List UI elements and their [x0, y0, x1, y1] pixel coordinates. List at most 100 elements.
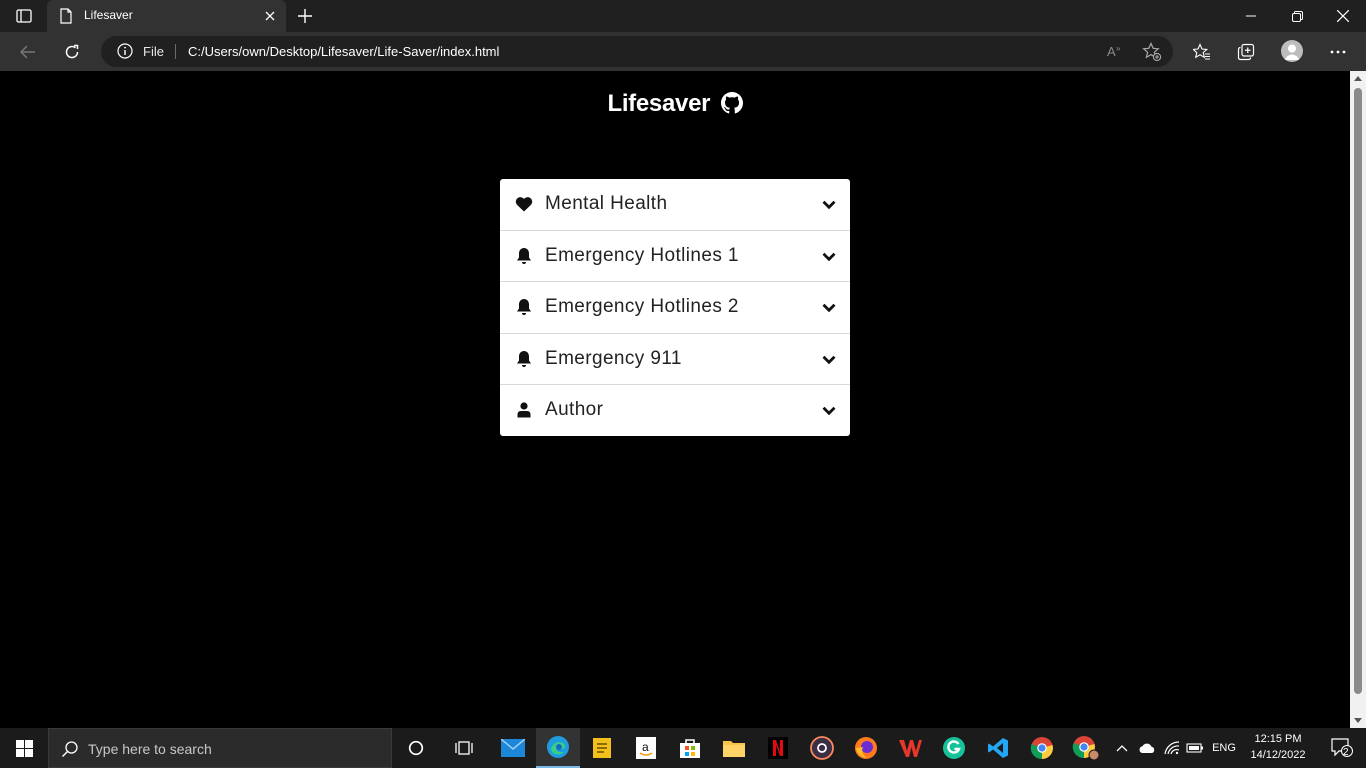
mail-icon — [501, 739, 525, 757]
battery-tray[interactable] — [1184, 728, 1206, 768]
svg-text:a: a — [642, 740, 649, 754]
brand-text: Lifesaver — [607, 90, 711, 117]
restore-button[interactable] — [1274, 0, 1320, 32]
info-icon[interactable] — [117, 43, 133, 64]
accordion-item-emergency-hotlines-1[interactable]: Emergency Hotlines 1 — [500, 231, 850, 283]
taskbar-search-box[interactable]: Type here to search — [48, 728, 392, 768]
folder-icon — [723, 741, 745, 757]
collections-button[interactable] — [1230, 36, 1262, 68]
url-text[interactable]: C:/Users/own/Desktop/Lifesaver/Life-Save… — [188, 44, 499, 59]
accordion-item-emergency-hotlines-2[interactable]: Emergency Hotlines 2 — [500, 282, 850, 334]
favorites-button[interactable] — [1186, 36, 1218, 68]
notification-count: 2 — [1343, 747, 1349, 758]
settings-menu-button[interactable] — [1322, 36, 1354, 68]
taskbar-firefox[interactable] — [844, 728, 888, 768]
cortana-button[interactable] — [394, 728, 438, 768]
accordion-item-emergency-911[interactable]: Emergency 911 — [500, 334, 850, 386]
accordion-label: Emergency 911 — [545, 347, 682, 369]
wifi-tray[interactable] — [1161, 728, 1183, 768]
address-divider — [175, 44, 176, 59]
search-placeholder: Type here to search — [88, 741, 212, 757]
address-bar[interactable]: File C:/Users/own/Desktop/Lifesaver/Life… — [101, 36, 1173, 67]
windows-logo-icon — [15, 739, 33, 757]
taskbar-mail[interactable] — [491, 728, 535, 768]
minimize-button[interactable] — [1228, 0, 1274, 32]
clock-date: 14/12/2022 — [1250, 749, 1306, 761]
close-icon — [1337, 10, 1349, 22]
bell-icon — [515, 298, 533, 316]
taskbar-clock[interactable]: 12:15 PM 14/12/2022 — [1244, 731, 1312, 763]
language-indicator[interactable]: ENG — [1208, 728, 1240, 768]
taskbar-wps[interactable] — [888, 728, 932, 768]
chevron-down-icon[interactable] — [822, 249, 836, 267]
accordion-item-author[interactable]: Author — [500, 385, 850, 437]
chevron-down-icon[interactable] — [822, 352, 836, 370]
start-button[interactable] — [0, 728, 48, 768]
taskbar-netflix[interactable] — [756, 728, 800, 768]
arrow-left-icon — [20, 45, 35, 59]
tab-actions-button[interactable] — [8, 4, 40, 28]
bell-icon — [515, 350, 533, 368]
read-aloud-icon[interactable]: A» — [1106, 42, 1124, 65]
vscode-icon — [988, 738, 1008, 758]
minimize-icon — [1246, 15, 1256, 17]
new-tab-button[interactable] — [293, 5, 317, 27]
refresh-button[interactable] — [56, 36, 88, 68]
store-icon — [680, 739, 700, 758]
user-avatar-icon — [1284, 44, 1300, 60]
chrome-profile-icon — [1072, 736, 1100, 761]
tab-close-icon[interactable] — [262, 8, 278, 24]
accordion-label: Emergency Hotlines 1 — [545, 244, 739, 266]
notification-icon — [1331, 738, 1353, 757]
scroll-down-icon[interactable] — [1354, 716, 1362, 724]
show-hidden-icons-button[interactable] — [1112, 728, 1132, 768]
grammarly-icon — [943, 737, 965, 759]
notes-app-icon — [593, 738, 611, 758]
accordion-label: Mental Health — [545, 193, 668, 214]
profile-avatar[interactable] — [1281, 40, 1303, 62]
accordion: Mental Health Emergency Hotlines 1 Emerg… — [500, 179, 850, 436]
chevron-down-icon[interactable] — [822, 197, 836, 215]
taskbar-store[interactable] — [668, 728, 712, 768]
site-scheme-label[interactable]: File — [143, 44, 164, 59]
chevron-down-icon[interactable] — [822, 403, 836, 421]
add-favorite-icon[interactable] — [1142, 42, 1162, 67]
browser-tab-active[interactable]: Lifesaver — [47, 0, 286, 32]
accordion-item-mental-health[interactable]: Mental Health — [500, 179, 850, 231]
chevron-down-icon[interactable] — [822, 300, 836, 318]
more-icon — [1330, 50, 1346, 54]
scrollbar-thumb[interactable] — [1354, 88, 1362, 694]
taskbar-sticky-app[interactable] — [580, 728, 624, 768]
page-title: Lifesaver — [0, 90, 1350, 121]
tab-title: Lifesaver — [84, 8, 133, 22]
taskbar-chrome-profile[interactable] — [1064, 728, 1108, 768]
battery-icon — [1186, 743, 1203, 753]
taskbar-amazon[interactable]: a — [624, 728, 668, 768]
windows-taskbar: Type here to search a ENG 12:15 PM 14/12… — [0, 728, 1366, 768]
onedrive-tray[interactable] — [1136, 728, 1158, 768]
tab-strip: Lifesaver — [0, 0, 1366, 32]
netflix-icon — [768, 737, 788, 759]
taskbar-edge[interactable] — [536, 728, 580, 768]
taskbar-chrome[interactable] — [1020, 728, 1064, 768]
taskbar-vscode[interactable] — [976, 728, 1020, 768]
scroll-up-icon[interactable] — [1354, 75, 1362, 83]
taskbar-media-player[interactable] — [800, 728, 844, 768]
search-icon — [61, 740, 79, 763]
task-view-icon — [455, 741, 473, 755]
page-scrollbar[interactable] — [1350, 71, 1366, 728]
task-view-button[interactable] — [442, 728, 486, 768]
clock-time: 12:15 PM — [1254, 733, 1302, 745]
svg-text:»: » — [1116, 44, 1121, 53]
taskbar-grammarly[interactable] — [932, 728, 976, 768]
back-button[interactable] — [12, 36, 44, 68]
firefox-icon — [855, 737, 877, 759]
notification-center-button[interactable]: 2 — [1322, 728, 1362, 768]
close-window-button[interactable] — [1320, 0, 1366, 32]
github-icon[interactable] — [720, 92, 743, 121]
heart-icon — [515, 195, 533, 213]
taskbar-file-explorer[interactable] — [712, 728, 756, 768]
page-viewport: Lifesaver Mental Health Emergency Hotlin… — [0, 71, 1350, 728]
page-icon — [59, 8, 73, 29]
wifi-icon — [1164, 741, 1180, 755]
